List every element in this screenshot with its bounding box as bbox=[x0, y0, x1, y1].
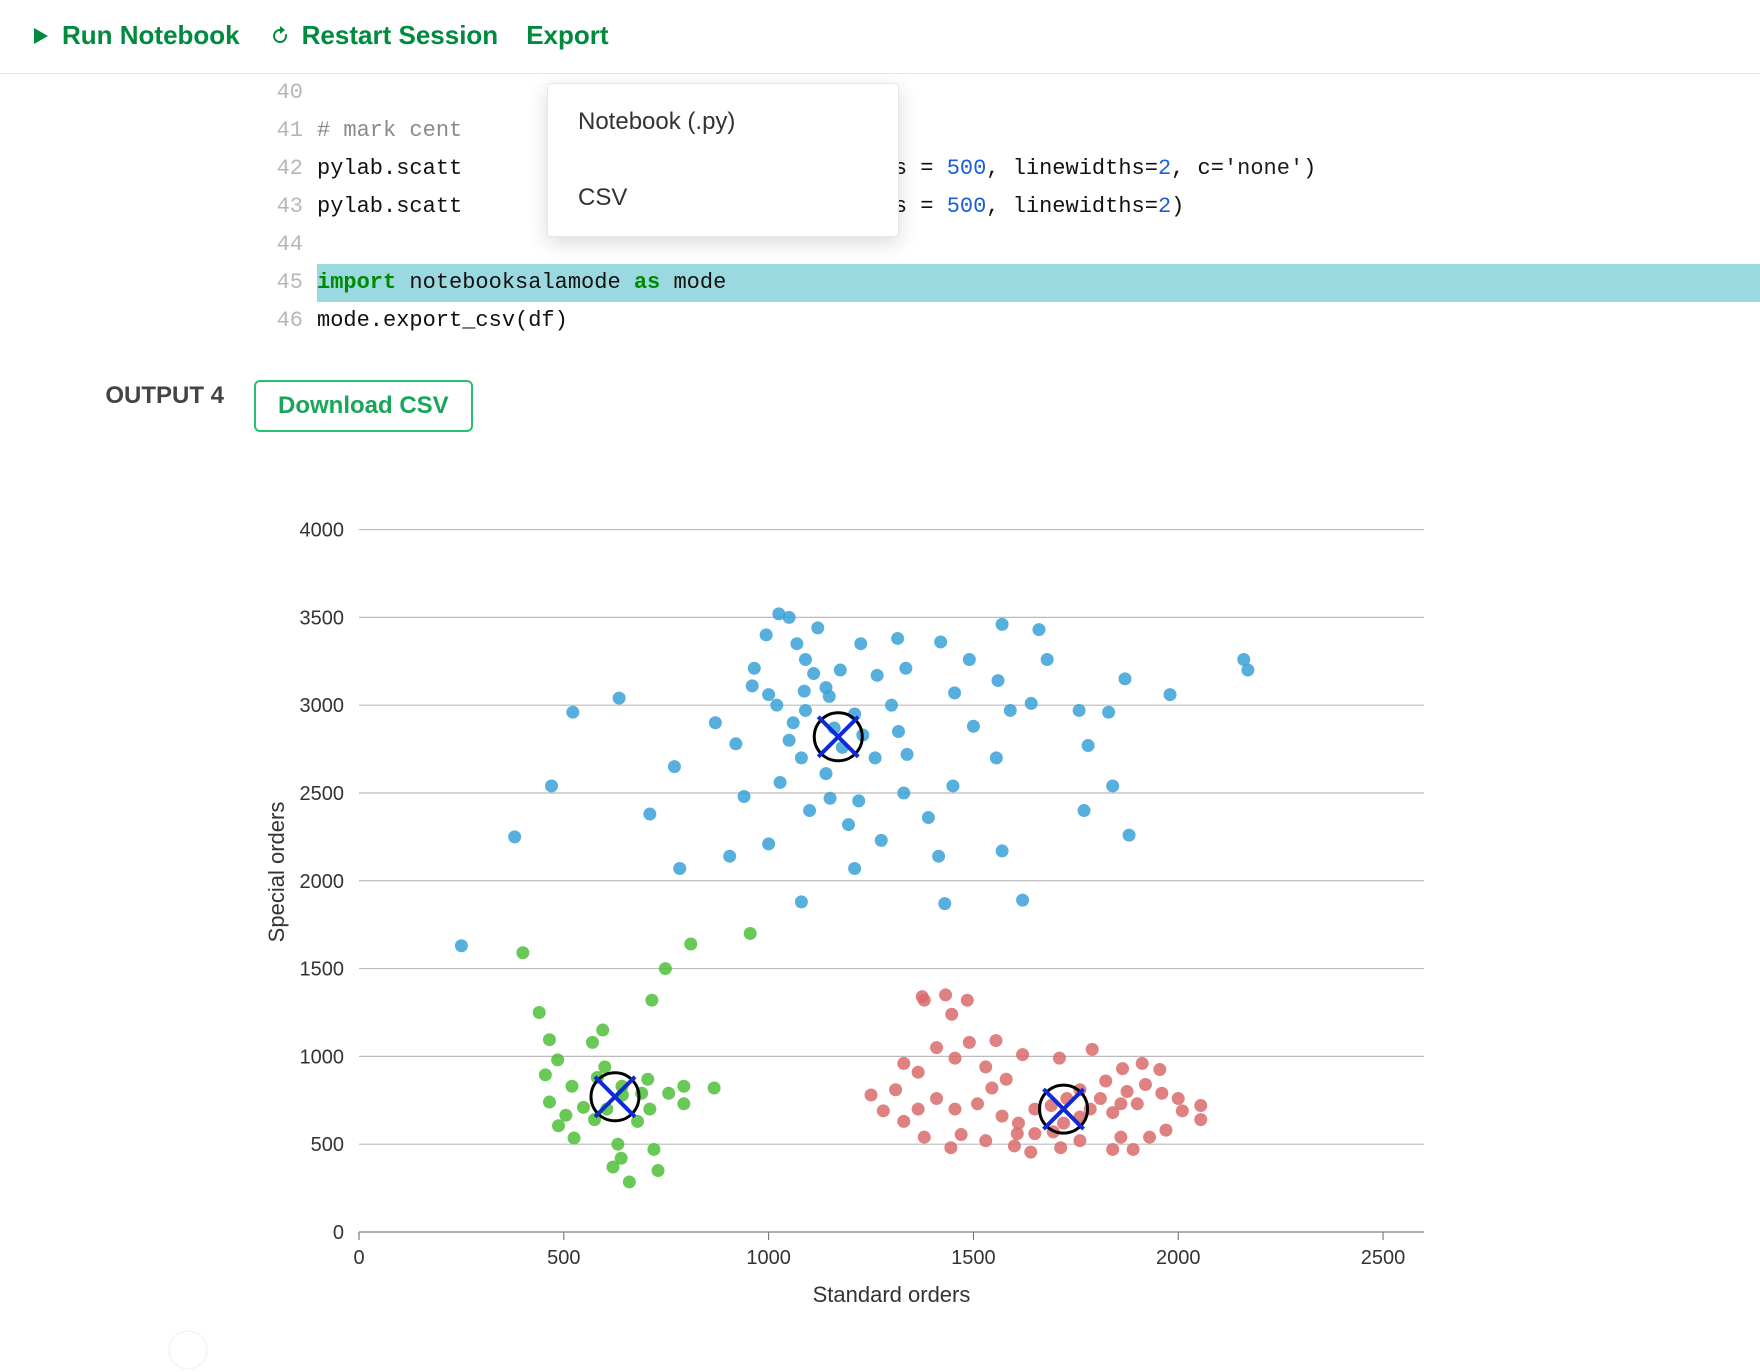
svg-text:1000: 1000 bbox=[300, 1046, 345, 1068]
svg-text:3500: 3500 bbox=[300, 607, 345, 629]
svg-text:2500: 2500 bbox=[1361, 1247, 1406, 1269]
restart-label: Restart Session bbox=[302, 20, 499, 51]
export-item-notebook[interactable]: Notebook (.py) bbox=[548, 84, 898, 160]
svg-text:4000: 4000 bbox=[300, 520, 345, 542]
svg-text:0: 0 bbox=[353, 1247, 364, 1269]
run-label: Run Notebook bbox=[62, 20, 240, 51]
download-csv-button[interactable]: Download CSV bbox=[254, 380, 473, 432]
svg-text:500: 500 bbox=[547, 1247, 580, 1269]
scatter-chart: 0 500 1000 1500 2000 2500 3000 3500 4000 0 500 1000… bbox=[254, 482, 1760, 1322]
svg-text:0: 0 bbox=[333, 1222, 344, 1244]
line-numbers: 40414243444546 bbox=[254, 74, 317, 340]
restart-session-button[interactable]: Restart Session bbox=[268, 20, 499, 51]
svg-text:2000: 2000 bbox=[1156, 1247, 1201, 1269]
export-button[interactable]: Export bbox=[526, 20, 608, 51]
svg-text:1000: 1000 bbox=[746, 1247, 791, 1269]
export-label: Export bbox=[526, 20, 608, 51]
restart-icon bbox=[268, 24, 292, 48]
export-item-csv[interactable]: CSV bbox=[548, 160, 898, 236]
run-notebook-button[interactable]: Run Notebook bbox=[28, 20, 240, 51]
code-cell[interactable]: 40414243444546 # mark centpylab.scatt ma… bbox=[254, 74, 1760, 340]
output-label: OUTPUT 4 bbox=[0, 370, 254, 1322]
svg-text:1500: 1500 bbox=[951, 1247, 996, 1269]
svg-text:Standard orders: Standard orders bbox=[813, 1282, 971, 1307]
svg-text:3000: 3000 bbox=[300, 695, 345, 717]
toolbar: Run Notebook Restart Session Export bbox=[0, 0, 1760, 74]
scatter-svg: 0 500 1000 1500 2000 2500 3000 3500 4000 0 500 1000… bbox=[254, 482, 1484, 1322]
output-section: OUTPUT 4 Download CSV 0 500 1000 1500 2000 25… bbox=[0, 370, 1760, 1322]
svg-text:2500: 2500 bbox=[300, 783, 345, 805]
code-body[interactable]: # mark centpylab.scatt marker='o', s = 5… bbox=[317, 74, 1760, 340]
svg-text:1500: 1500 bbox=[300, 959, 345, 981]
svg-text:2000: 2000 bbox=[300, 871, 345, 893]
svg-text:500: 500 bbox=[311, 1134, 344, 1156]
play-icon bbox=[28, 24, 52, 48]
svg-text:Special orders: Special orders bbox=[264, 802, 289, 943]
add-cell-icon[interactable] bbox=[168, 1330, 208, 1370]
export-menu: Notebook (.py) CSV bbox=[547, 83, 899, 237]
